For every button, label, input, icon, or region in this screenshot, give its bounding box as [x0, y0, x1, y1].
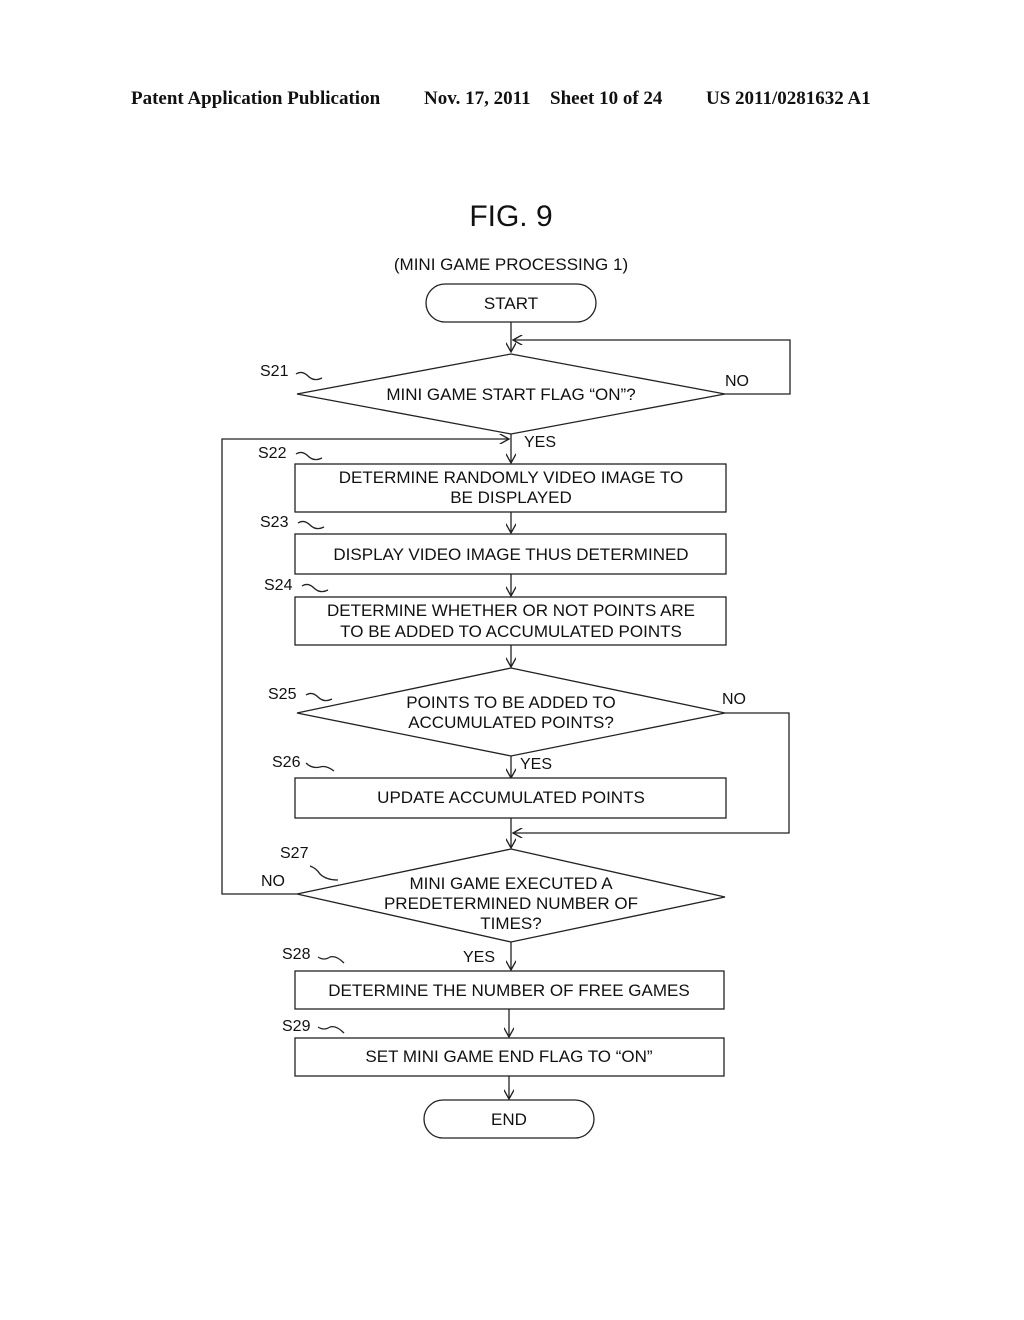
s27-no-label: NO [261, 873, 285, 890]
s23-text: DISPLAY VIDEO IMAGE THUS DETERMINED [333, 545, 688, 564]
process-s22: DETERMINE RANDOMLY VIDEO IMAGE TO BE DIS… [294, 463, 727, 513]
s21-yes-label: YES [524, 434, 556, 451]
s29-leader [317, 1025, 345, 1034]
s29-step-id: S29 [282, 1018, 311, 1035]
s27-text-line3: TIMES? [480, 914, 541, 933]
s24-leader [301, 583, 329, 593]
s27-text-line2: PREDETERMINED NUMBER OF [384, 894, 638, 913]
process-s26: UPDATE ACCUMULATED POINTS [294, 777, 727, 819]
s21-text: MINI GAME START FLAG “ON”? [386, 385, 635, 404]
figure-title: FIG. 9 [469, 200, 552, 233]
s22-step-id: S22 [258, 445, 287, 462]
s28-text: DETERMINE THE NUMBER OF FREE GAMES [328, 981, 689, 1000]
s27-text-line1: MINI GAME EXECUTED A [409, 874, 613, 893]
s22-text-line2: BE DISPLAYED [450, 488, 572, 507]
figure-subtitle: (MINI GAME PROCESSING 1) [394, 255, 628, 274]
flowchart: FIG. 9 (MINI GAME PROCESSING 1) START MI… [221, 200, 791, 1139]
process-s24: DETERMINE WHETHER OR NOT POINTS ARE TO B… [294, 596, 727, 646]
s25-yes-label: YES [520, 756, 552, 773]
s23-step-id: S23 [260, 514, 289, 531]
end-label: END [491, 1110, 527, 1129]
s25-no-label: NO [722, 691, 746, 708]
s25-text-line1: POINTS TO BE ADDED TO [406, 693, 615, 712]
s21-no-label: NO [725, 373, 749, 390]
s24-text-line1: DETERMINE WHETHER OR NOT POINTS ARE [327, 601, 695, 620]
s26-text: UPDATE ACCUMULATED POINTS [377, 788, 645, 807]
s21-leader [295, 371, 323, 381]
s27-step-id: S27 [280, 845, 309, 862]
start-label: START [484, 294, 538, 313]
decision-s25: POINTS TO BE ADDED TO ACCUMULATED POINTS… [296, 667, 726, 757]
s25-step-id: S25 [268, 686, 297, 703]
s28-leader [317, 955, 345, 964]
start-terminal: START [425, 283, 597, 323]
s25-text-line2: ACCUMULATED POINTS? [408, 713, 614, 732]
s24-step-id: S24 [264, 577, 293, 594]
s22-text-line1: DETERMINE RANDOMLY VIDEO IMAGE TO [339, 468, 683, 487]
s24-text-line2: TO BE ADDED TO ACCUMULATED POINTS [340, 622, 682, 641]
process-s28: DETERMINE THE NUMBER OF FREE GAMES [294, 970, 725, 1010]
end-terminal: END [423, 1099, 595, 1139]
process-s23: DISPLAY VIDEO IMAGE THUS DETERMINED [294, 533, 727, 575]
s23-leader [297, 520, 325, 530]
s28-step-id: S28 [282, 946, 311, 963]
s21-step-id: S21 [260, 363, 289, 380]
decision-s21: MINI GAME START FLAG “ON”? [296, 353, 726, 435]
s22-leader [295, 451, 323, 461]
s27-yes-label: YES [463, 949, 495, 966]
decision-s27: MINI GAME EXECUTED A PREDETERMINED NUMBE… [296, 848, 726, 943]
s27-leader [309, 865, 339, 881]
s25-leader [305, 692, 333, 702]
s29-text: SET MINI GAME END FLAG TO “ON” [365, 1047, 652, 1066]
s26-step-id: S26 [272, 754, 301, 771]
s26-leader [305, 762, 335, 772]
process-s29: SET MINI GAME END FLAG TO “ON” [294, 1037, 725, 1077]
